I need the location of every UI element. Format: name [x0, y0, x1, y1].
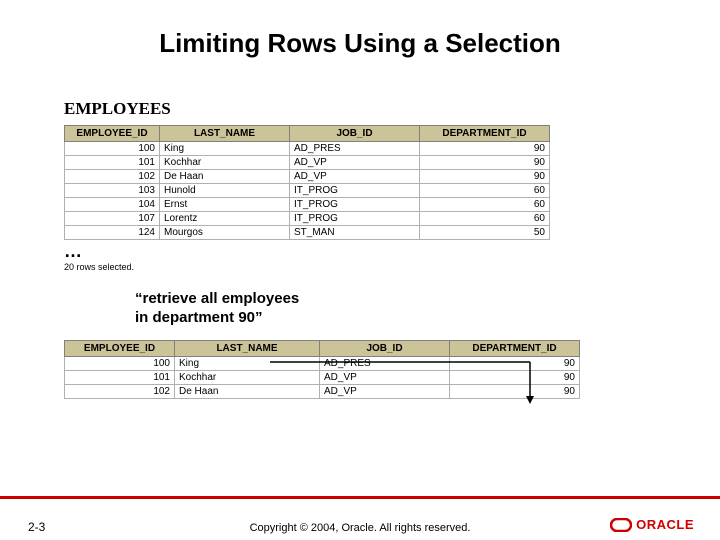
- cell-job: AD_VP: [320, 384, 450, 398]
- cell-job: IT_PROG: [290, 212, 420, 226]
- cell-dept: 60: [420, 198, 550, 212]
- table-row: 104ErnstIT_PROG60: [65, 198, 550, 212]
- cell-name: King: [160, 142, 290, 156]
- cell-job: AD_PRES: [320, 356, 450, 370]
- cell-id: 124: [65, 226, 160, 240]
- col-header-department-id: DEPARTMENT_ID: [450, 340, 580, 356]
- employees-full-table: EMPLOYEE_ID LAST_NAME JOB_ID DEPARTMENT_…: [64, 125, 550, 240]
- cell-name: Lorentz: [160, 212, 290, 226]
- cell-job: ST_MAN: [290, 226, 420, 240]
- cell-job: AD_VP: [320, 370, 450, 384]
- cell-name: De Haan: [160, 170, 290, 184]
- cell-name: Mourgos: [160, 226, 290, 240]
- col-header-job-id: JOB_ID: [290, 126, 420, 142]
- table-row: 103HunoldIT_PROG60: [65, 184, 550, 198]
- cell-id: 101: [65, 370, 175, 384]
- cell-id: 107: [65, 212, 160, 226]
- cell-job: IT_PROG: [290, 184, 420, 198]
- table-header-row: EMPLOYEE_ID LAST_NAME JOB_ID DEPARTMENT_…: [65, 126, 550, 142]
- cell-dept: 90: [450, 384, 580, 398]
- page-title: Limiting Rows Using a Selection: [40, 28, 680, 59]
- cell-name: King: [175, 356, 320, 370]
- cell-id: 103: [65, 184, 160, 198]
- oracle-logo-icon: [610, 518, 632, 532]
- col-header-employee-id: EMPLOYEE_ID: [65, 340, 175, 356]
- query-quote: “retrieve all employees in department 90…: [135, 290, 305, 328]
- cell-dept: 90: [420, 170, 550, 184]
- col-header-last-name: LAST_NAME: [160, 126, 290, 142]
- table-row: 107LorentzIT_PROG60: [65, 212, 550, 226]
- cell-dept: 60: [420, 184, 550, 198]
- table-header-row: EMPLOYEE_ID LAST_NAME JOB_ID DEPARTMENT_…: [65, 340, 580, 356]
- cell-job: IT_PROG: [290, 198, 420, 212]
- footer-accent-bar: [0, 496, 720, 499]
- cell-job: AD_VP: [290, 156, 420, 170]
- table-row: 100KingAD_PRES90: [65, 356, 580, 370]
- employees-filtered-table: EMPLOYEE_ID LAST_NAME JOB_ID DEPARTMENT_…: [64, 340, 580, 399]
- cell-name: Ernst: [160, 198, 290, 212]
- cell-dept: 50: [420, 226, 550, 240]
- table-row: 100KingAD_PRES90: [65, 142, 550, 156]
- cell-id: 101: [65, 156, 160, 170]
- slide: Limiting Rows Using a Selection EMPLOYEE…: [0, 0, 720, 540]
- cell-id: 102: [65, 170, 160, 184]
- cell-name: Kochhar: [160, 156, 290, 170]
- table-row: 101KochharAD_VP90: [65, 370, 580, 384]
- cell-id: 102: [65, 384, 175, 398]
- table-row: 102De HaanAD_VP90: [65, 170, 550, 184]
- cell-dept: 90: [420, 142, 550, 156]
- col-header-job-id: JOB_ID: [320, 340, 450, 356]
- cell-job: AD_PRES: [290, 142, 420, 156]
- cell-id: 104: [65, 198, 160, 212]
- col-header-employee-id: EMPLOYEE_ID: [65, 126, 160, 142]
- cell-id: 100: [65, 356, 175, 370]
- cell-dept: 90: [420, 156, 550, 170]
- table-row: 102De HaanAD_VP90: [65, 384, 580, 398]
- cell-dept: 60: [420, 212, 550, 226]
- slide-footer: 2-3 Copyright © 2004, Oracle. All rights…: [0, 496, 720, 540]
- cell-name: De Haan: [175, 384, 320, 398]
- ellipsis: …: [64, 242, 680, 260]
- col-header-last-name: LAST_NAME: [175, 340, 320, 356]
- cell-id: 100: [65, 142, 160, 156]
- employees-label: EMPLOYEES: [64, 99, 680, 119]
- cell-dept: 90: [450, 356, 580, 370]
- cell-dept: 90: [450, 370, 580, 384]
- oracle-logo: ORACLE: [610, 517, 694, 532]
- oracle-logo-text: ORACLE: [636, 517, 694, 532]
- table-row: 124MourgosST_MAN50: [65, 226, 550, 240]
- cell-name: Kochhar: [175, 370, 320, 384]
- cell-name: Hunold: [160, 184, 290, 198]
- table-row: 101KochharAD_VP90: [65, 156, 550, 170]
- col-header-department-id: DEPARTMENT_ID: [420, 126, 550, 142]
- row-count-label: 20 rows selected.: [64, 262, 680, 272]
- cell-job: AD_VP: [290, 170, 420, 184]
